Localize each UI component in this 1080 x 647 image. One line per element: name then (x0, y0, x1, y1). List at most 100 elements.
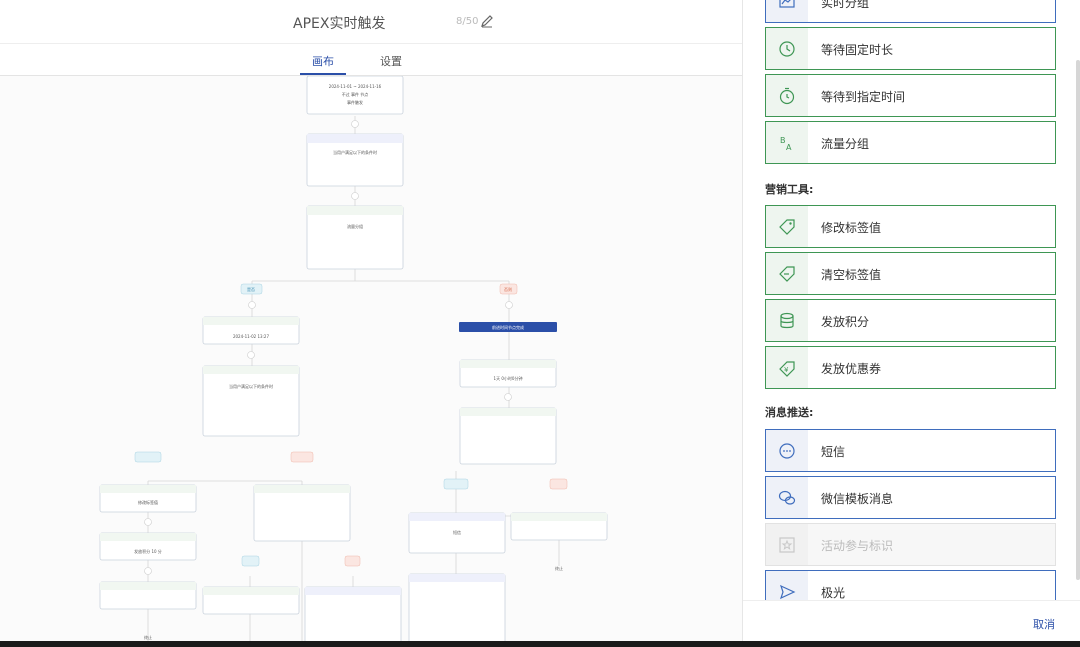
split-node-2[interactable] (253, 484, 351, 542)
branch-yes-tag (241, 555, 260, 567)
submit-node-label: 前进时间节点完成 (492, 324, 524, 330)
palette-item-sms[interactable]: 短信 (765, 429, 1056, 472)
add-node-button[interactable] (144, 518, 152, 526)
add-node-button[interactable] (248, 301, 256, 309)
wait-node-time: 2024-11-02 13:27 (233, 334, 270, 339)
branch-yes-label: 是否 (247, 286, 255, 292)
fixed-wait-node-text: 1天 0小时0分钟 (494, 375, 523, 381)
wechat-node-2[interactable] (408, 573, 506, 647)
title-char-counter: 8/50 (456, 16, 479, 27)
wechat-icon (766, 477, 808, 518)
wait-node[interactable]: 2024-11-02 13:27 (202, 316, 300, 345)
fixed-wait-node[interactable]: 1天 0小时0分钟 (459, 359, 557, 388)
edit-icon[interactable] (480, 14, 494, 28)
palette-item-label: 微信模板消息 (821, 492, 894, 506)
flow-canvas[interactable]: 2024-11-01 ~ 2024-11-16 不过 事件 节点 事件触发 当用… (0, 76, 742, 647)
palette-item-label: 等待固定时长 (821, 43, 894, 57)
split-node[interactable]: 流量分组 (306, 205, 404, 270)
svg-text:B: B (780, 136, 786, 145)
end-label: 终止 (144, 634, 152, 640)
add-node-button[interactable] (144, 567, 152, 575)
palette-item-clear-tag[interactable]: 清空标签值 (765, 252, 1056, 295)
palette-item-label: 发放积分 (821, 315, 870, 329)
realtime-group-node-text: 当用户满足以下的条件时 (229, 383, 273, 389)
realtime-group-node[interactable]: 当用户满足以下的条件时 (202, 365, 300, 437)
points-node-text: 发放积分 10 分 (134, 548, 162, 554)
branch-no-tag (549, 478, 568, 490)
cancel-button[interactable]: 取消 (1033, 616, 1055, 632)
palette-item-wait-fixed[interactable]: 等待固定时长 (765, 27, 1056, 70)
add-node-button[interactable] (247, 351, 255, 359)
palette-item-label: 短信 (821, 445, 846, 459)
audience-node-text: 当用户满足以下的条件时 (333, 149, 377, 155)
active-tab-indicator (300, 73, 346, 75)
branch-no-tag (290, 451, 314, 463)
palette-item-wait-until[interactable]: 等待到指定时间 (765, 74, 1056, 117)
sms-node[interactable]: 短信 (408, 512, 506, 554)
points-node[interactable]: 发放积分 10 分 (99, 532, 197, 561)
sms-node-text: 短信 (453, 529, 461, 535)
end-label: 终止 (555, 565, 563, 571)
chat-icon (766, 430, 808, 471)
coupon-icon: ¥ (766, 347, 808, 388)
add-node-button[interactable] (504, 393, 512, 401)
branch-no-label: 否则 (504, 286, 512, 292)
tab-settings[interactable]: 设置 (380, 53, 402, 69)
branch-yes-tag (134, 451, 162, 463)
split-icon: BA (766, 122, 808, 163)
palette-item-label: 清空标签值 (821, 268, 882, 282)
star-icon (766, 524, 808, 565)
palette-item-traffic-split[interactable]: BA 流量分组 (765, 121, 1056, 164)
top-bar: APEX实时触发 8/50 (0, 0, 742, 44)
palette-item-edit-tag[interactable]: 修改标签值 (765, 205, 1056, 248)
tag-edit-node-text: 修改标签值 (138, 499, 158, 505)
palette-item-points[interactable]: 发放积分 (765, 299, 1056, 342)
start-node-line2: 不过 事件 节点 (342, 91, 369, 97)
coins-icon (766, 300, 808, 341)
svg-text:¥: ¥ (784, 366, 789, 374)
clock-icon (766, 28, 808, 69)
audience-node[interactable]: 当用户满足以下的条件时 (306, 133, 404, 187)
points-node-2[interactable] (202, 586, 300, 615)
palette-item-label: 活动参与标识 (821, 539, 894, 553)
taskbar-strip (0, 641, 1080, 647)
svg-text:A: A (786, 143, 792, 152)
palette-item-activity-flag: 活动参与标识 (765, 523, 1056, 566)
palette-item-label: 实时分组 (821, 0, 870, 10)
tag-edit-icon (766, 206, 808, 247)
chart-icon (766, 0, 808, 22)
wechat-node[interactable] (304, 586, 402, 647)
palette-item-realtime-group[interactable]: 实时分组 (765, 0, 1056, 23)
page-title: APEX实时触发 (293, 16, 386, 32)
palette-item-label: 等待到指定时间 (821, 90, 906, 104)
activity-node-2[interactable] (510, 512, 608, 541)
split-node-text: 流量分组 (347, 223, 363, 229)
tab-canvas[interactable]: 画布 (312, 53, 334, 69)
start-node[interactable]: 2024-11-01 ~ 2024-11-16 不过 事件 节点 事件触发 (306, 76, 404, 115)
section-title-marketing: 营销工具: (765, 183, 814, 196)
palette-item-coupon[interactable]: ¥ 发放优惠券 (765, 346, 1056, 389)
palette-item-label: 流量分组 (821, 137, 870, 151)
panel-scrollbar[interactable] (1076, 60, 1080, 580)
branch-no-tag (344, 555, 361, 567)
remove-node-button[interactable] (505, 301, 513, 309)
add-node-button[interactable] (351, 192, 359, 200)
section-title-messages: 消息推送: (765, 406, 814, 419)
tag-edit-node[interactable]: 修改标签值 (99, 484, 197, 513)
tab-bar: 画布 设置 (0, 44, 742, 76)
tag-clear-icon (766, 253, 808, 294)
panel-footer: 取消 (743, 600, 1080, 647)
branch-yes-tag (443, 478, 469, 490)
palette-item-label: 修改标签值 (821, 221, 882, 235)
start-node-line1: 2024-11-01 ~ 2024-11-16 (329, 84, 382, 89)
node-palette-panel: 实时分组 等待固定时长 等待到指定时间 BA 流量分组 营销工具: 修改标签值 … (742, 0, 1080, 647)
palette-item-label: 极光 (821, 586, 846, 600)
activity-flag-node[interactable] (99, 581, 197, 610)
add-node-button[interactable] (351, 120, 359, 128)
stopwatch-icon (766, 75, 808, 116)
start-node-line3: 事件触发 (347, 99, 363, 105)
condition-node[interactable] (459, 407, 557, 465)
flow-diagram[interactable]: 2024-11-01 ~ 2024-11-16 不过 事件 节点 事件触发 当用… (0, 76, 742, 647)
palette-item-label: 发放优惠券 (821, 362, 882, 376)
palette-item-wechat-template[interactable]: 微信模板消息 (765, 476, 1056, 519)
